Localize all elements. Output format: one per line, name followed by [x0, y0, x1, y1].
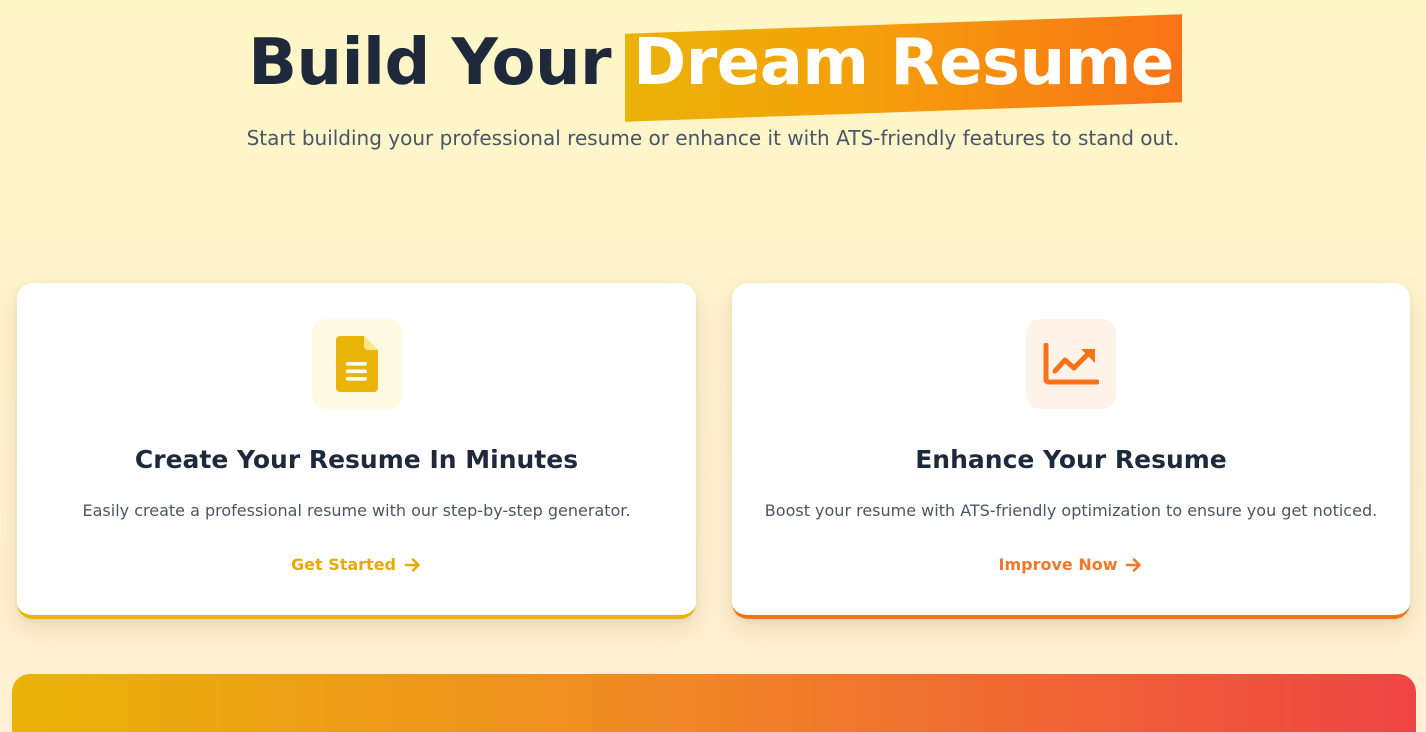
enhance-resume-icon-box [1026, 319, 1116, 409]
create-resume-icon-box [311, 319, 402, 409]
arrow-right-icon [404, 557, 420, 572]
enhance-resume-description: Boost your resume with ATS-friendly opti… [764, 501, 1378, 520]
hero-title-plain: Build Your [248, 26, 612, 100]
get-started-label: Get Started [290, 555, 396, 574]
improve-now-label: Improve Now [998, 555, 1118, 574]
get-started-link[interactable]: Get Started [17, 555, 696, 574]
hero-subtitle: Start building your professional resume … [246, 126, 1180, 150]
chart-line-icon [1043, 343, 1099, 385]
enhance-resume-title: Enhance Your Resume [915, 445, 1227, 474]
improve-now-link[interactable]: Improve Now [732, 555, 1410, 574]
document-icon [335, 336, 378, 392]
hero-title-highlight: Dream Resume [629, 18, 1178, 108]
hero-title: Build Your Dream Resume [0, 18, 1426, 108]
create-resume-description: Easily create a professional resume with… [82, 501, 631, 520]
enhance-resume-card[interactable]: Enhance Your Resume Boost your resume wi… [732, 283, 1410, 619]
arrow-right-icon [1126, 557, 1142, 572]
create-resume-card[interactable]: Create Your Resume In Minutes Easily cre… [17, 283, 696, 619]
create-resume-title: Create Your Resume In Minutes [134, 445, 579, 474]
bottom-banner [12, 674, 1416, 732]
